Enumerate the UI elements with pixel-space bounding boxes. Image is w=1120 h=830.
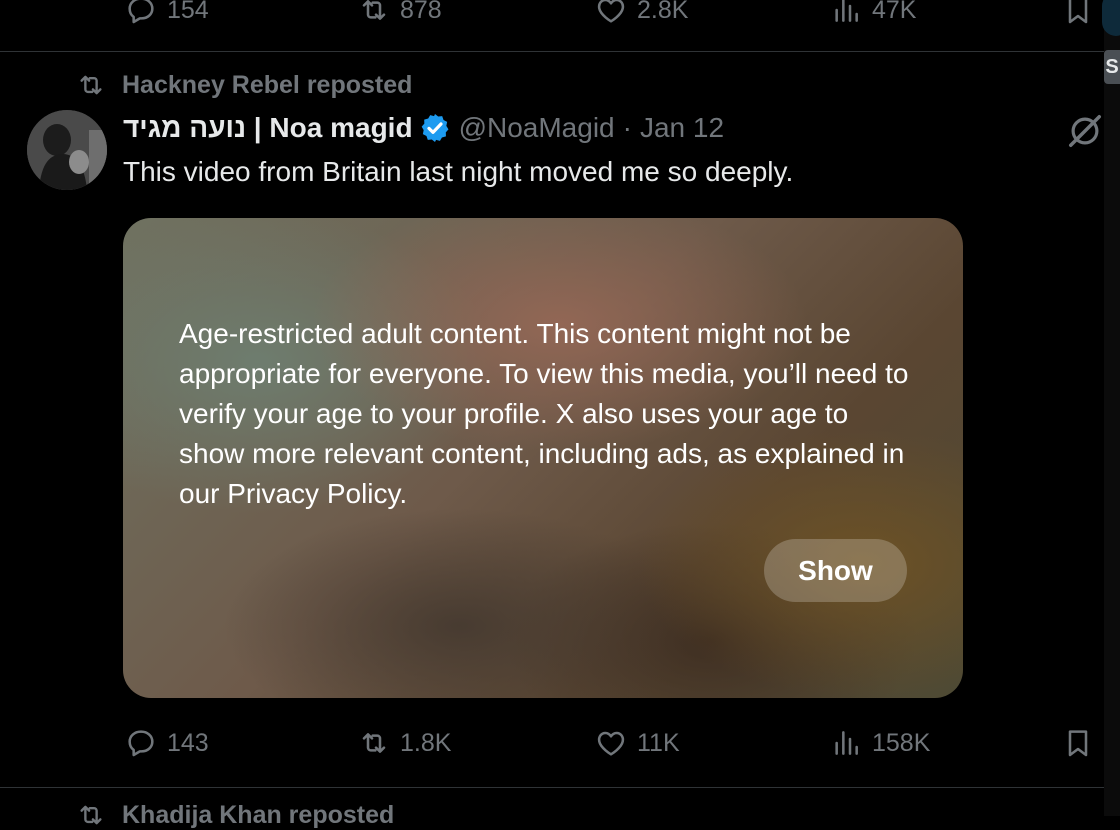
scrollbar[interactable]: S	[1102, 0, 1120, 816]
tweet-date[interactable]: Jan 12	[640, 112, 724, 144]
sensitive-media-card[interactable]: Age-restricted adult content. This conte…	[123, 218, 963, 698]
prev-like-count: 2.8K	[637, 0, 689, 24]
grok-icon	[1069, 115, 1101, 147]
reply-count: 143	[167, 728, 209, 757]
repost-by-label: Hackney Rebel reposted	[122, 70, 413, 99]
reply-icon	[125, 0, 157, 26]
repost-icon	[76, 800, 106, 830]
views-icon	[830, 0, 862, 26]
grok-button[interactable]	[1066, 112, 1104, 150]
repost-icon	[358, 727, 390, 759]
views-count: 158K	[872, 728, 931, 757]
prev-repost-button[interactable]: 878	[358, 0, 442, 26]
like-icon	[595, 727, 627, 759]
prev-views-count: 47K	[872, 0, 917, 24]
scroll-top-control[interactable]	[1102, 0, 1120, 36]
age-restriction-warning: Age-restricted adult content. This conte…	[179, 318, 909, 509]
tooltip: S	[1104, 50, 1120, 84]
verified-badge-icon	[421, 114, 449, 142]
prev-reply-count: 154	[167, 0, 209, 24]
repost-button[interactable]: 1.8K	[358, 727, 451, 759]
author-name[interactable]: נועה מגיד | Noa magid	[123, 112, 413, 144]
bookmark-button[interactable]	[1062, 727, 1104, 759]
prev-views-button[interactable]: 47K	[830, 0, 916, 26]
show-media-button[interactable]: Show	[764, 539, 907, 602]
next-repost-indicator[interactable]: Khadija Khan reposted	[76, 800, 394, 830]
views-button[interactable]: 158K	[830, 727, 930, 759]
repost-icon	[358, 0, 390, 26]
like-icon	[595, 0, 627, 26]
like-button[interactable]: 11K	[595, 727, 680, 759]
next-repost-by-label: Khadija Khan reposted	[122, 800, 395, 829]
header-separator: ·	[622, 112, 632, 143]
avatar-image	[27, 110, 107, 190]
repost-count: 1.8K	[400, 728, 452, 757]
bookmark-icon	[1062, 727, 1094, 759]
prev-bookmark-button[interactable]	[1062, 0, 1104, 26]
bookmark-icon	[1062, 0, 1094, 26]
prev-repost-count: 878	[400, 0, 442, 24]
prev-like-button[interactable]: 2.8K	[595, 0, 688, 26]
repost-indicator[interactable]: Hackney Rebel reposted	[76, 70, 412, 100]
tweet-divider	[0, 787, 1104, 788]
prev-reply-button[interactable]: 154	[125, 0, 209, 26]
like-count: 11K	[637, 728, 680, 757]
avatar[interactable]	[27, 110, 107, 190]
tweet-divider	[0, 51, 1104, 52]
author-handle[interactable]: @NoaMagid	[459, 112, 615, 144]
tweet-header: נועה מגיד | Noa magid @NoaMagid · Jan 12	[123, 112, 724, 144]
views-icon	[830, 727, 862, 759]
reply-button[interactable]: 143	[125, 727, 209, 759]
repost-icon	[76, 70, 106, 100]
tweet-text: This video from Britain last night moved…	[123, 156, 794, 187]
reply-icon	[125, 727, 157, 759]
